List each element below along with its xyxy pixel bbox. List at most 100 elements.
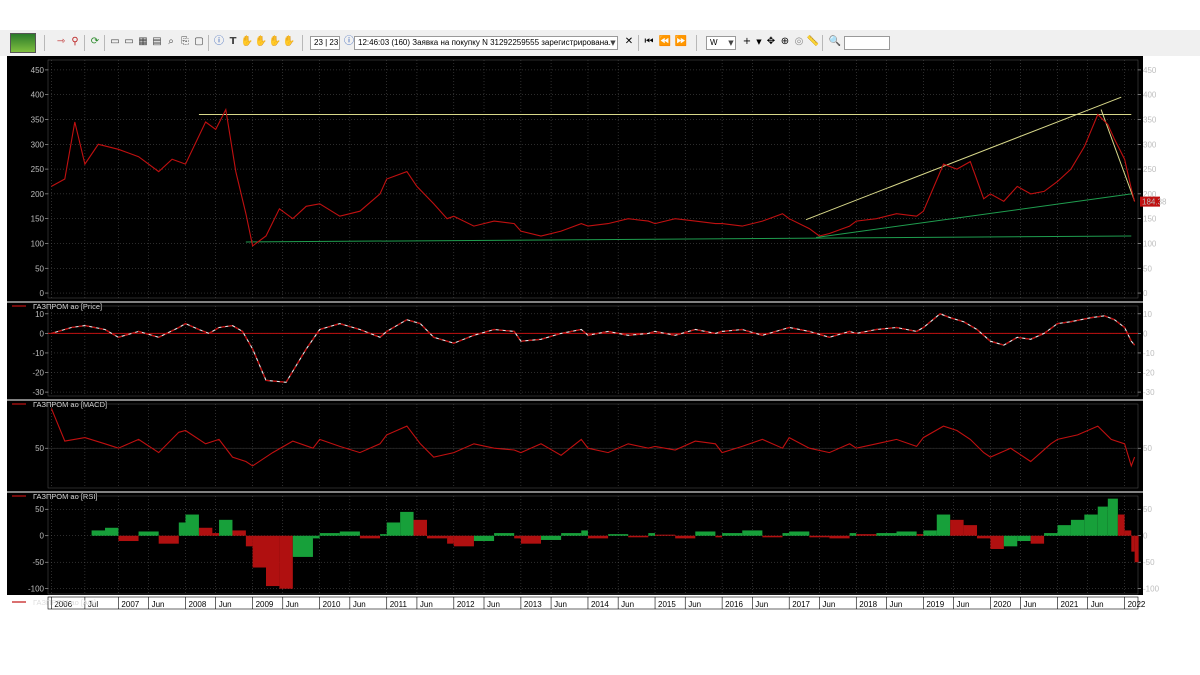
ao-bar [541, 535, 562, 540]
y-axis-label-left: 300 [31, 140, 45, 149]
toolbar-separator [822, 35, 823, 51]
last-price-label: 184.38 [1142, 198, 1167, 207]
ao-bar [1117, 514, 1125, 536]
chevron-down-icon[interactable]: ▼ [724, 36, 738, 50]
ao-bar [413, 519, 427, 536]
y-axis-label-right: 250 [1143, 165, 1157, 174]
y-axis-label-left: 100 [31, 239, 45, 248]
refresh-icon[interactable]: ⟳ [88, 35, 102, 49]
y-axis-label-left: -30 [32, 388, 44, 397]
window-icon[interactable]: ▭ [108, 35, 122, 49]
ao-bar [1044, 533, 1058, 536]
x-axis-label: 2007 [121, 600, 139, 609]
target-icon[interactable]: ⊕ [778, 35, 792, 49]
arrow-right-icon[interactable]: ⇾ [54, 35, 68, 49]
prev-icon[interactable]: ⏪ [658, 35, 672, 49]
ao-bar [514, 535, 521, 539]
ao-bar [628, 535, 649, 538]
y-axis-label-left: -100 [28, 585, 45, 594]
y-axis-label-left: 0 [40, 289, 45, 298]
ao-bar [1057, 525, 1071, 536]
ao-bar [158, 535, 179, 544]
hand-icon[interactable]: ✋ [254, 35, 268, 49]
legend-label: ГАЗПРОМ ао [AO] [33, 598, 96, 607]
ao-bar [447, 535, 454, 544]
ao-bar [916, 534, 924, 536]
x-axis-label: 2013 [524, 600, 542, 609]
y-axis-label-right: 300 [1143, 140, 1157, 149]
ao-bar [648, 533, 656, 536]
zoom-icon[interactable]: 🔍 [828, 35, 842, 49]
circle-icon[interactable]: ◎ [792, 35, 806, 49]
ao-bar [319, 533, 340, 536]
y-axis-label-right: -20 [1143, 369, 1155, 378]
search-input[interactable] [844, 36, 890, 50]
ao-bar [715, 535, 723, 538]
next-icon[interactable]: ⏩ [674, 35, 688, 49]
ao-bar [722, 533, 743, 536]
text-icon[interactable]: T [226, 35, 240, 49]
export-icon[interactable]: ⎘ [178, 35, 192, 49]
ao-bar [1003, 535, 1018, 547]
ao-bar [252, 535, 266, 568]
ao-bar [118, 535, 139, 542]
x-axis-label: Jun [755, 600, 768, 609]
x-axis-label: Jun [822, 600, 835, 609]
ao-bar [339, 531, 360, 536]
ao-bar [105, 527, 119, 536]
y-axis-label-right: 150 [1143, 215, 1157, 224]
y-axis-label-left: 10 [35, 310, 44, 319]
close-icon[interactable]: ✕ [622, 35, 636, 49]
ao-bar [561, 533, 582, 536]
ao-bar [695, 531, 716, 536]
chart-icon[interactable]: ▤ [150, 35, 164, 49]
x-axis-label: 2011 [390, 600, 408, 609]
first-icon[interactable]: ⏮ [642, 35, 656, 49]
ao-bar [1070, 519, 1085, 536]
hand-icon[interactable]: ✋ [282, 35, 296, 49]
ao-bar [762, 535, 783, 538]
ao-bar [950, 519, 964, 536]
y-axis-label-right: 0 [1143, 532, 1148, 541]
legend-label: ГАЗПРОМ ао [RSI] [33, 492, 98, 501]
y-axis-label-left: 250 [31, 165, 45, 174]
hand-icon[interactable]: ✋ [240, 35, 254, 49]
table-icon[interactable]: ▦ [136, 35, 150, 49]
y-axis-label-left: 150 [31, 215, 45, 224]
y-axis-label-left: 50 [35, 505, 44, 514]
status-message-field[interactable]: 12:46:03 (160) Заявка на покупку N 31292… [354, 36, 618, 50]
link-icon[interactable]: ⚲ [68, 35, 82, 49]
y-axis-label-right: -50 [1143, 558, 1155, 567]
ao-bar [1017, 535, 1031, 542]
ao-bar [178, 522, 186, 536]
ao-bar [426, 535, 448, 539]
window-icon[interactable]: ▢ [192, 35, 206, 49]
ao-bar [1124, 530, 1132, 536]
toolbar-separator [302, 35, 303, 51]
toolbar-separator [696, 35, 697, 51]
chevron-down-icon[interactable]: ▼ [606, 36, 620, 50]
ruler-icon[interactable]: 📏 [806, 35, 820, 49]
ao-bar [266, 535, 280, 587]
info-icon[interactable]: ⓘ [212, 35, 226, 49]
window-icon[interactable]: ▭ [122, 35, 136, 49]
ao-bar [245, 535, 253, 547]
ao-bar [386, 522, 401, 536]
hand-icon[interactable]: ✋ [268, 35, 282, 49]
x-axis-label: Jun [554, 600, 567, 609]
y-axis-label-left: 50 [35, 264, 44, 273]
ao-bar [809, 535, 830, 538]
move-icon[interactable]: ✥ [764, 35, 778, 49]
chart-canvas[interactable]: 2006 Jul 2007 Jun 2008 Jun 2009 Jun 2010 Jun 2011 J… [0, 56, 1200, 610]
search-doc-icon[interactable]: ⌕ [164, 35, 178, 49]
ao-bar [380, 534, 387, 536]
ao-bar [587, 535, 609, 539]
ao-bar [494, 533, 515, 536]
y-axis-label-left: -10 [32, 349, 44, 358]
y-axis-label-right: 0 [1143, 289, 1148, 298]
ao-bar [198, 527, 213, 536]
ao-bar [219, 519, 233, 536]
app-logo-icon[interactable] [10, 33, 36, 53]
ao-bar [138, 531, 159, 536]
x-axis-label: 2009 [256, 600, 274, 609]
